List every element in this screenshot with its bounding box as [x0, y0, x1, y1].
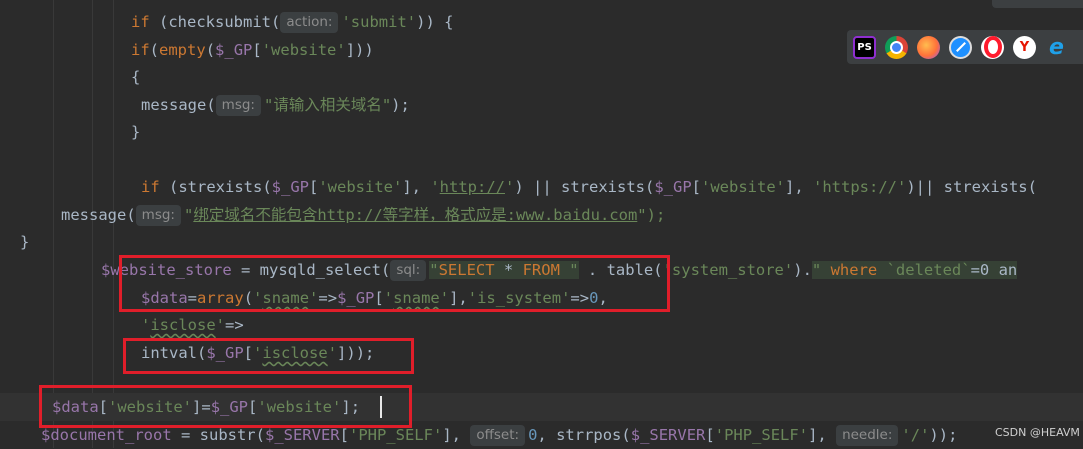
code-token: ],: [785, 178, 813, 196]
code-token: (: [149, 41, 160, 59]
code-token: http://: [439, 178, 505, 196]
code-token: )|| strexists(: [906, 178, 1037, 196]
phpstorm-icon[interactable]: PS: [853, 35, 876, 59]
code-token: );: [391, 96, 410, 114]
safari-icon[interactable]: [949, 35, 972, 59]
parameter-hint: msg:: [135, 205, 181, 226]
code-line[interactable]: if (checksubmit(action:'submit')) {: [131, 8, 453, 36]
code-token: ": [811, 261, 822, 279]
yandex-icon[interactable]: Y: [1013, 35, 1036, 59]
indent-guide: [53, 0, 54, 448]
highlight-box-intval: [123, 338, 414, 374]
code-token: ],: [808, 426, 837, 444]
code-line[interactable]: if (strexists($_GP['website'], 'http://'…: [141, 173, 1037, 201]
code-token: if: [131, 41, 150, 59]
code-line[interactable]: message(msg: "请输入相关域名");: [141, 91, 410, 119]
code-line[interactable]: if(empty($_GP['website'])): [131, 36, 374, 64]
code-token: "请输入相关域名": [263, 96, 392, 114]
code-token: `deleted`: [886, 261, 971, 279]
parameter-hint: offset:: [470, 425, 526, 446]
code-token: [: [691, 178, 701, 196]
firefox-icon[interactable]: [917, 35, 940, 59]
code-token: $_SERVER: [630, 426, 706, 444]
code-token: , strrpos(: [537, 426, 631, 444]
code-token: message: [141, 96, 207, 114]
code-token: }: [131, 123, 141, 141]
code-line[interactable]: }: [20, 228, 29, 256]
code-token: message: [61, 206, 127, 224]
code-token: 'PHP_SELF': [348, 426, 443, 444]
code-editor[interactable]: if (checksubmit(action:'submit')) {if(em…: [0, 0, 1083, 448]
parameter-hint: action:: [280, 12, 339, 33]
code-token: if: [141, 178, 160, 196]
code-token: (: [206, 96, 216, 114]
code-token: (: [205, 41, 216, 59]
code-token: =0 an: [970, 261, 1018, 279]
code-token: 'PHP_SELF': [714, 426, 809, 444]
text-caret: [380, 396, 382, 418]
code-token: }: [20, 233, 30, 251]
watermark: CSDN @HEAVM: [995, 426, 1080, 439]
parameter-hint: msg:: [215, 95, 261, 116]
code-token: ': [505, 178, 515, 196]
code-token: (: [271, 13, 281, 31]
code-token: checksubmit: [168, 13, 271, 31]
code-token: ': [215, 316, 226, 334]
code-token: '/': [901, 426, 930, 444]
code-token: (: [149, 13, 169, 31]
code-token: 'website': [318, 178, 403, 196]
opera-icon[interactable]: [981, 35, 1004, 59]
code-token: 绑定域名不能包含http://等字样，格式应是:www.baidu.com: [193, 206, 638, 224]
code-token: [: [308, 178, 319, 196]
code-token: [: [705, 426, 715, 444]
code-token: ])): [345, 41, 374, 59]
code-token: where: [821, 261, 887, 279]
code-token: $_GP: [215, 41, 253, 59]
edge-icon[interactable]: e: [1045, 35, 1068, 60]
code-token: isclose: [150, 316, 216, 334]
code-token: {: [131, 68, 141, 86]
parameter-hint: needle:: [836, 425, 899, 446]
browser-preview-toolbar: PS Y e: [847, 30, 1083, 64]
code-token: (strexists(: [159, 178, 272, 196]
code-token: 'system_store': [662, 261, 794, 279]
code-line[interactable]: {: [131, 63, 140, 91]
code-token: ).: [793, 261, 812, 279]
highlight-box-website: [39, 385, 412, 428]
inspection-status-bar[interactable]: [992, 0, 1083, 8]
code-token: )) {: [416, 13, 454, 31]
code-token: 'website': [261, 41, 346, 59]
chrome-icon[interactable]: [885, 35, 908, 59]
code-token: [: [252, 41, 262, 59]
highlight-box-data-array: [119, 255, 670, 312]
code-token: $_GP: [654, 178, 692, 196]
code-token: ");: [637, 206, 666, 224]
code-token: ': [141, 316, 151, 334]
code-token: ],: [442, 426, 471, 444]
code-token: (: [126, 206, 136, 224]
code-token: = substr(: [171, 426, 265, 444]
code-token: $_GP: [271, 178, 309, 196]
code-token: $_SERVER: [264, 426, 340, 444]
code-token: ) || strexists(: [514, 178, 655, 196]
code-token: 0: [528, 426, 538, 444]
code-token: if: [131, 13, 150, 31]
code-token: ],: [402, 178, 431, 196]
code-token: ': [430, 178, 440, 196]
code-token: ));: [929, 426, 958, 444]
code-token: 'website': [701, 178, 785, 196]
code-token: 'https://': [813, 178, 907, 196]
code-token: ": [183, 206, 194, 224]
code-token: empty: [159, 41, 206, 59]
code-token: [: [339, 426, 349, 444]
code-line[interactable]: message(msg: "绑定域名不能包含http://等字样，格式应是:www…: [61, 201, 665, 229]
code-token: =>: [225, 316, 244, 334]
code-token: $document_root: [41, 426, 172, 444]
code-line[interactable]: 'isclose'=>: [141, 311, 244, 339]
code-line[interactable]: }: [131, 118, 140, 146]
code-token: 'submit': [341, 13, 417, 31]
